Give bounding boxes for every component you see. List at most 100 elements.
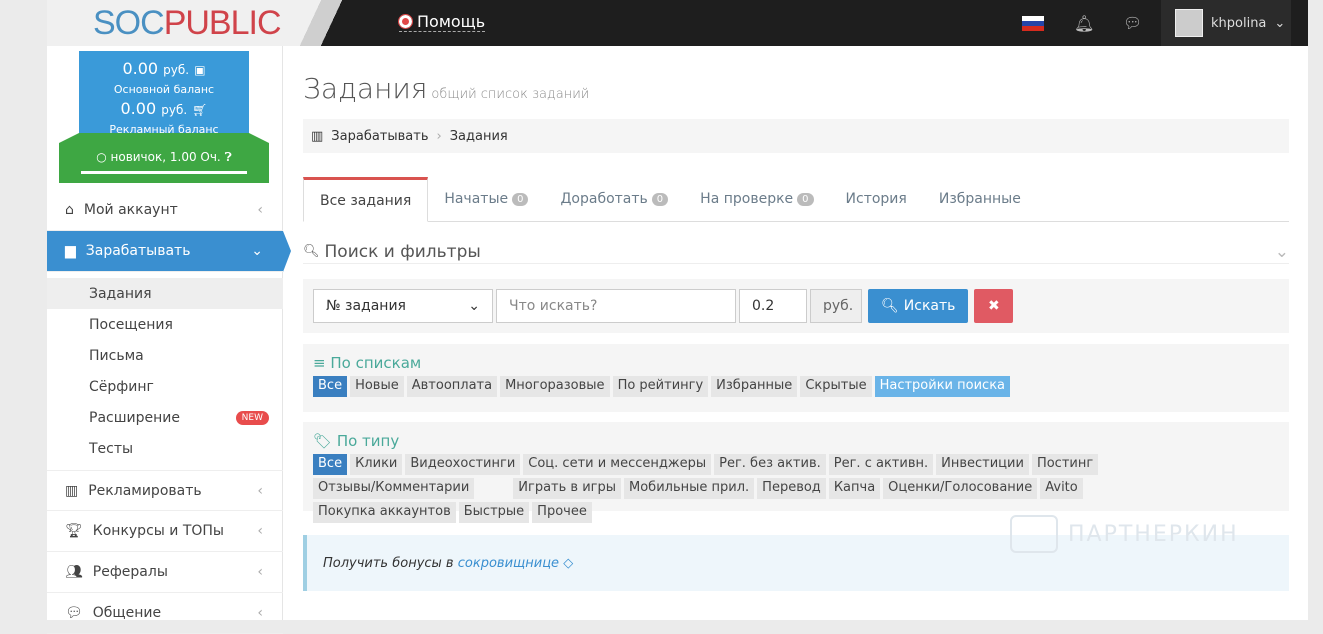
list-icon: ≡ [313,354,326,372]
separator: › [436,128,442,144]
filter-chip[interactable]: По рейтингу [612,376,709,397]
chat-icon[interactable]: 💬︎ [1123,14,1142,32]
type-chip[interactable]: Перевод [757,478,826,499]
rank-progress [81,171,247,174]
label: По типу [336,432,400,450]
submenu-tasks[interactable]: Задания [47,278,283,309]
filter-chip[interactable]: Автооплата [406,376,498,397]
watermark-logo [1010,515,1058,553]
label: Сёрфинг [89,378,154,395]
clear-button[interactable]: ✖ [974,289,1014,323]
sidebar-item-advertise[interactable]: ▥ Рекламировать ‹ [47,470,283,511]
chevron-down-icon[interactable]: ⌄ [1275,242,1289,262]
label: Поиск и фильтры [324,241,481,262]
main-balance-label: Основной баланс [113,83,215,96]
count-badge: 0 [512,192,529,206]
cart-icon: 🛒︎ [192,103,208,117]
type-chip[interactable]: Прочее [532,502,592,523]
sidebar-item-contests[interactable]: 🏆︎ Конкурсы и ТОПы ‹ [47,511,283,552]
submenu-tests[interactable]: Тесты [47,433,283,464]
tab-history[interactable]: История [830,177,923,221]
search-input[interactable]: Что искать? [496,289,736,323]
label: Расширение [89,409,180,426]
price-input[interactable]: 0.2 [739,289,807,323]
search-button[interactable]: 🔍︎ Искать [868,289,969,323]
watermark-text: ПАРТНЕРКИН [1068,521,1239,547]
type-chip[interactable]: Играть в игры [513,478,622,499]
label: Общение [92,605,162,621]
submenu-extension[interactable]: Расширение NEW [47,402,283,433]
russian-flag-icon[interactable] [1022,16,1044,31]
label: Рекламировать [88,482,202,499]
sidebar: 0.00 руб. ▣ Основной баланс 0.00 руб. 🛒︎… [47,46,291,634]
filter-chip[interactable]: Многоразовые [500,376,610,397]
label: Рефералы [92,564,168,580]
label: Тесты [89,440,134,457]
type-chip[interactable]: Рег. с активн. [828,454,934,475]
placeholder: Что искать? [509,298,598,314]
treasury-link[interactable]: сокровищнице [458,556,559,571]
filter-chip[interactable]: Скрытые [800,376,872,397]
type-chip[interactable]: Рег. без актив. [714,454,826,475]
filter-chip[interactable]: Новые [350,376,404,397]
type-chip[interactable]: Avito [1040,478,1083,499]
type-chip[interactable]: Клики [350,454,403,475]
type-chip[interactable]: Быстрые [458,502,530,523]
tab-favorites[interactable]: Избранные [923,177,1037,221]
submenu-surfing[interactable]: Сёрфинг [47,371,283,402]
type-chip[interactable]: Мобильные прил. [624,478,755,499]
logo-part: SOC [93,4,165,42]
bell-icon[interactable]: 🔔︎ [1074,14,1094,33]
sidebar-item-account[interactable]: ⌂ Мой аккаунт ‹ [47,190,283,231]
tab-rework[interactable]: Доработать 0 [544,177,684,221]
chevron-down-icon: ⌄ [468,298,480,314]
currency: руб. [163,63,190,77]
type-chip[interactable]: Оценки/Голосование [883,478,1038,499]
currency: руб. [161,103,188,117]
label: Задания [89,285,152,302]
chevron-left-icon: ‹ [257,482,263,499]
chevron-left-icon: ‹ [257,202,263,218]
breadcrumb: ▥ Зарабатывать › Задания [303,119,1289,153]
text: Получить бонусы в [323,555,454,571]
comments-icon: 💬︎ [65,605,83,621]
filter-chip[interactable]: Избранные [711,376,798,397]
user-menu[interactable]: khpolina ⌄ [1161,0,1291,46]
label: По спискам [330,354,422,372]
tab-all[interactable]: Все задания [303,177,429,222]
label: Зарабатывать [85,243,191,259]
type-chip[interactable]: Покупка аккаунтов [313,502,456,523]
help-link[interactable]: Помощь [398,12,486,32]
submenu-letters[interactable]: Письма [47,340,283,371]
type-chip[interactable]: Все [313,454,348,475]
tab-review[interactable]: На проверке 0 [684,177,829,221]
ad-balance: 0.00 [120,99,157,118]
type-chip[interactable]: Отзывы/Комментарии [313,478,475,499]
money-icon: ▣ [194,63,206,77]
submenu-visits[interactable]: Посещения [47,309,283,340]
sidebar-item-earn[interactable]: ▆ Зарабатывать ⌄ [47,231,291,272]
type-chip[interactable]: Постинг [1031,454,1099,475]
sidebar-item-referrals[interactable]: 👥︎ Рефералы ‹ [47,552,283,593]
breadcrumb-link[interactable]: Зарабатывать [331,129,428,144]
question-icon[interactable]: ❓︎ [225,150,232,164]
label: Письма [89,347,144,364]
chevron-left-icon: ‹ [257,605,263,621]
sidebar-item-chat[interactable]: 💬︎ Общение ‹ [47,593,283,634]
username: khpolina [1211,15,1267,31]
type-chip[interactable]: Капча [828,478,881,499]
type-chip[interactable]: Соц. сети и мессенджеры [523,454,712,475]
search-settings-button[interactable]: Настройки поиска [874,376,1011,397]
filter-chip[interactable]: Все [313,376,348,397]
type-chip[interactable]: Видеохостинги [405,454,521,475]
tabs: Все задания Начатые 0 Доработать 0 На пров… [303,177,1289,222]
search-filters-header[interactable]: 🔍︎ Поиск и фильтры ⌄ [303,240,1289,264]
trophy-icon: 🏆︎ [65,523,83,539]
search-icon: 🔍︎ [881,298,899,314]
label: История [845,191,907,207]
home-icon: ⌂ [65,202,74,218]
logo[interactable]: SOCPUBLIC [93,4,282,43]
type-chip[interactable]: Инвестиции [936,454,1029,475]
tab-started[interactable]: Начатые 0 [428,177,544,221]
search-type-select[interactable]: № задания ⌄ [313,289,493,323]
